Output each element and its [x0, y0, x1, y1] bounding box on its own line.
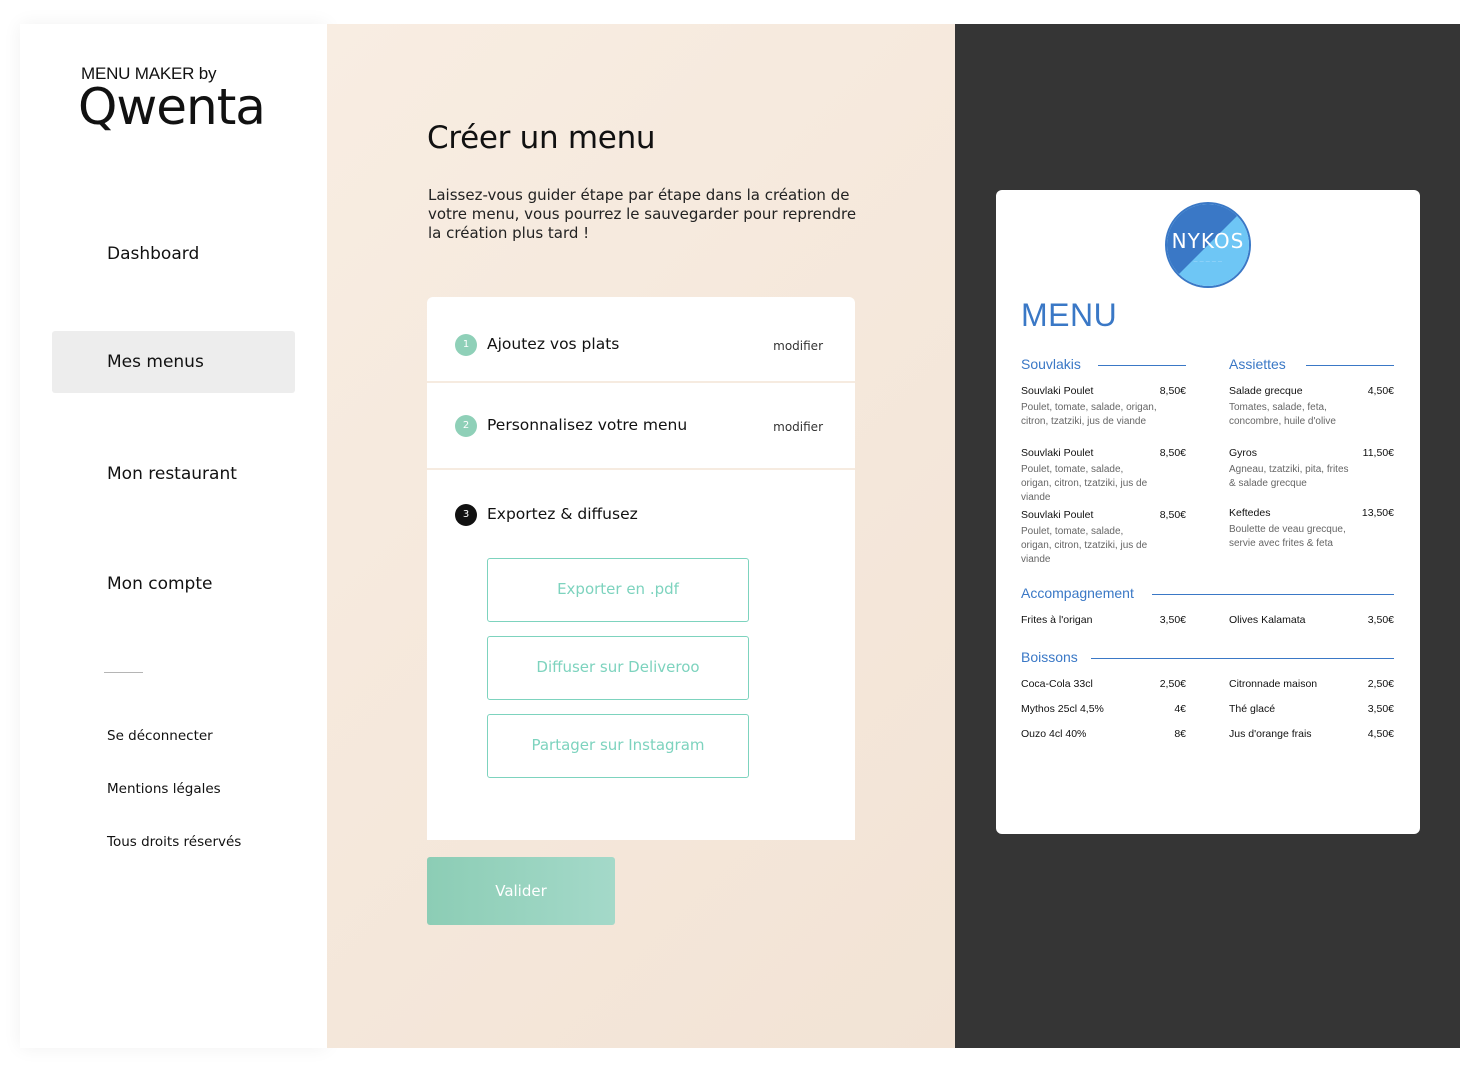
- step-number-badge: 2: [455, 415, 477, 437]
- menu-item-name: Coca-Cola 33cl: [1021, 678, 1093, 690]
- menu-item-desc: Agneau, tzatziki, pita, frites & salade …: [1229, 464, 1349, 489]
- step-number-badge: 1: [455, 334, 477, 356]
- instagram-button[interactable]: Partager sur Instagram: [487, 714, 749, 778]
- step-label: Exportez & diffusez: [487, 505, 638, 523]
- export-pdf-button[interactable]: Exporter en .pdf: [487, 558, 749, 622]
- menu-item-name: Citronnade maison: [1229, 678, 1318, 690]
- legal-link[interactable]: Mentions légales: [107, 781, 221, 797]
- menu-item-price: 8€: [1174, 728, 1186, 740]
- step-number-badge: 3: [455, 504, 477, 526]
- menu-item-desc: Poulet, tomate, salade, origan, citron, …: [1021, 402, 1157, 427]
- section-title-boissons: Boissons: [1021, 649, 1078, 665]
- sidebar: MENU MAKER by Qwenta Dashboard Mes menus…: [20, 24, 327, 1048]
- steps-card: 1 Ajoutez vos plats modifier 2 Personnal…: [427, 297, 855, 840]
- menu-item-name: Frites à l'origan: [1021, 614, 1093, 626]
- restaurant-logo: NYKOS — — — — —: [1165, 202, 1251, 288]
- menu-preview-panel: NYKOS — — — — — MENU Souvlakis Souvlaki …: [955, 24, 1460, 1048]
- menu-item-name: Souvlaki Poulet: [1021, 509, 1094, 521]
- menu-item-desc: Poulet, tomate, salade, origan, citron, …: [1021, 464, 1148, 503]
- section-title-accompagnement: Accompagnement: [1021, 585, 1134, 601]
- menu-item-desc: Poulet, tomate, salade, origan, citron, …: [1021, 526, 1148, 565]
- logo-text: NYKOS: [1171, 229, 1245, 253]
- nav-item-mon-restaurant[interactable]: Mon restaurant: [52, 443, 295, 505]
- menu-item-name: Ouzo 4cl 40%: [1021, 728, 1087, 740]
- nav-item-mes-menus[interactable]: Mes menus: [52, 331, 295, 393]
- menu-item-price: 8,50€: [1159, 385, 1186, 397]
- page-title: Créer un menu: [427, 120, 656, 156]
- menu-item-price: 3,50€: [1367, 614, 1394, 626]
- menu-item-name: Souvlaki Poulet: [1021, 385, 1094, 397]
- menu-item-name: Jus d'orange frais: [1229, 728, 1312, 740]
- menu-item-price: 3,50€: [1367, 703, 1394, 715]
- section-divider: [1152, 594, 1394, 595]
- menu-item-price: 3,50€: [1159, 614, 1186, 626]
- menu-card: NYKOS — — — — — MENU Souvlakis Souvlaki …: [996, 190, 1420, 834]
- deliveroo-button[interactable]: Diffuser sur Deliveroo: [487, 636, 749, 700]
- section-title-souvlakis: Souvlakis: [1021, 356, 1081, 372]
- menu-item-name: Keftedes: [1229, 507, 1271, 519]
- section-divider: [1098, 365, 1186, 366]
- step-add-dishes: 1 Ajoutez vos plats modifier: [427, 297, 855, 383]
- section-divider: [1306, 365, 1394, 366]
- menu-item-desc: Tomates, salade, feta, concombre, huile …: [1229, 402, 1336, 427]
- section-divider: [1091, 658, 1394, 659]
- menu-item-price: 4,50€: [1367, 385, 1394, 397]
- menu-item-name: Salade grecque: [1229, 385, 1303, 397]
- menu-item-price: 4,50€: [1367, 728, 1394, 740]
- logout-link[interactable]: Se déconnecter: [107, 728, 213, 744]
- menu-item-desc: Boulette de veau grecque, servie avec fr…: [1229, 524, 1346, 549]
- step-label: Ajoutez vos plats: [487, 335, 620, 353]
- nav-item-mon-compte[interactable]: Mon compte: [52, 553, 295, 615]
- menu-item-price: 11,50€: [1362, 447, 1394, 459]
- main-panel: Créer un menu Laissez-vous guider étape …: [327, 24, 955, 1048]
- step-export: 3 Exportez & diffusez Exporter en .pdf D…: [427, 472, 855, 840]
- logo-subtext: — — — — —: [1193, 258, 1223, 263]
- menu-item-name: Olives Kalamata: [1229, 614, 1306, 626]
- menu-title: MENU: [1021, 297, 1118, 333]
- menu-item-price: 8,50€: [1159, 447, 1186, 459]
- sidebar-divider: [104, 672, 143, 673]
- edit-step-1-link[interactable]: modifier: [773, 339, 823, 353]
- nav-item-dashboard[interactable]: Dashboard: [52, 223, 295, 285]
- section-title-assiettes: Assiettes: [1229, 356, 1286, 372]
- menu-item-name: Souvlaki Poulet: [1021, 447, 1094, 459]
- menu-item-name: Gyros: [1229, 447, 1258, 459]
- menu-item-name: Mythos 25cl 4,5%: [1021, 703, 1104, 715]
- step-customize: 2 Personnalisez votre menu modifier: [427, 383, 855, 470]
- step-label: Personnalisez votre menu: [487, 416, 688, 434]
- menu-item-name: Thé glacé: [1229, 703, 1276, 715]
- copyright-link[interactable]: Tous droits réservés: [107, 834, 241, 850]
- menu-item-price: 8,50€: [1159, 509, 1186, 521]
- menu-item-price: 13,50€: [1361, 507, 1394, 519]
- menu-item-price: 2,50€: [1367, 678, 1394, 690]
- edit-step-2-link[interactable]: modifier: [773, 420, 823, 434]
- menu-item-price: 2,50€: [1159, 678, 1186, 690]
- page-description: Laissez-vous guider étape par étape dans…: [428, 186, 857, 242]
- brand-logo[interactable]: Qwenta: [78, 78, 266, 136]
- validate-button[interactable]: Valider: [427, 857, 615, 925]
- menu-item-price: 4€: [1174, 703, 1186, 715]
